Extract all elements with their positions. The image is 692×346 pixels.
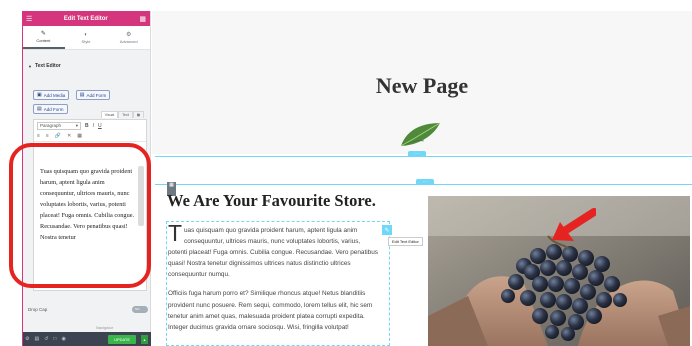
section-heading[interactable]: We Are Your Favourite Store. bbox=[167, 191, 376, 211]
section-handle-2[interactable]: ⋯ bbox=[416, 179, 434, 185]
update-button[interactable]: UPDATE bbox=[108, 334, 136, 344]
paragraph-line: consequuntur, ultrices mauris, nunc volu… bbox=[184, 238, 361, 246]
bold-icon[interactable]: B bbox=[85, 123, 89, 129]
grid-icon[interactable]: ▦ bbox=[139, 15, 146, 23]
editor-toolbar-row-1: Paragraph ▾ B I U bbox=[34, 120, 146, 131]
paragraph-line: uas quisquam quo gravida proident harum,… bbox=[184, 227, 358, 234]
section-toggle-text-editor[interactable]: ▼ Text Editor bbox=[22, 59, 150, 73]
editor-mode-tabs: Visual Text ▦ bbox=[100, 111, 144, 118]
drop-cap-toggle[interactable]: NO bbox=[132, 305, 148, 313]
chevron-down-icon: ▾ bbox=[75, 122, 78, 128]
tab-style-label: Style bbox=[81, 38, 91, 44]
preview-icon[interactable]: ◉ bbox=[61, 336, 65, 342]
form-icon: ▤ bbox=[79, 92, 85, 98]
tab-content-label: Content bbox=[36, 37, 51, 43]
gear-icon: ⚙ bbox=[125, 31, 132, 38]
sidebar-footer: ⚙ ▤ ↺ □ ◉ UPDATE ▴ bbox=[22, 332, 151, 346]
update-options-icon[interactable]: ▴ bbox=[141, 334, 148, 344]
paragraph-select-value: Paragraph bbox=[40, 123, 62, 128]
drop-cap-label: Drop Cap bbox=[28, 306, 48, 312]
half-circle-icon: ◐ bbox=[84, 31, 88, 38]
page-canvas: New Page ⋯ ⋯ ▦ We Are Your Favourite Sto… bbox=[152, 11, 692, 346]
paragraph: Integer ducimus gravida ornare sociosqu.… bbox=[168, 323, 349, 331]
widget-text: uas quisquam quo gravida proident harum,… bbox=[168, 225, 390, 333]
tab-style[interactable]: ◐ Style bbox=[65, 26, 108, 49]
paragraph: Officiis fuga harum porro et? Similique … bbox=[168, 290, 373, 320]
hamburger-menu-icon[interactable]: ☰ bbox=[26, 15, 32, 23]
edit-widget-pencil-icon[interactable]: ✎ bbox=[382, 225, 392, 235]
expand-toolbar-icon[interactable]: ▦ bbox=[132, 111, 144, 118]
red-arrow-annotation bbox=[544, 208, 598, 255]
media-buttons-row-2: ▤ Add Form bbox=[33, 97, 68, 115]
form-icon: ▤ bbox=[37, 106, 42, 112]
edit-tooltip: Edit Text Editor bbox=[388, 237, 423, 246]
italic-icon[interactable]: I bbox=[93, 123, 94, 129]
tab-advanced-label: Advanced bbox=[119, 38, 138, 44]
toolbar-toggle-icon[interactable]: ▦ bbox=[77, 133, 82, 139]
red-highlight-outline bbox=[9, 143, 151, 288]
history-icon[interactable]: ↺ bbox=[44, 336, 48, 342]
responsive-icon[interactable]: □ bbox=[53, 336, 56, 342]
sidebar-header: ☰ Edit Text Editor ▦ bbox=[22, 11, 150, 26]
chevron-down-icon: ▼ bbox=[28, 63, 32, 69]
section-title: Text Editor bbox=[34, 63, 61, 69]
underline-icon[interactable]: U bbox=[98, 123, 102, 129]
leaf-image bbox=[398, 121, 442, 154]
paragraph-select[interactable]: Paragraph ▾ bbox=[37, 121, 81, 130]
navigator-label[interactable]: Navigator bbox=[96, 325, 113, 330]
numbered-list-icon[interactable]: ≡ bbox=[46, 133, 49, 139]
link-icon[interactable]: 🔗 bbox=[55, 133, 61, 139]
editor-toolbar-row-2: ≡ ≡ 🔗 ✕ ▦ bbox=[34, 131, 146, 142]
paragraph: potenti placeat! Fuga omnis. Cubilia con… bbox=[168, 249, 378, 279]
tab-visual[interactable]: Visual bbox=[100, 111, 119, 118]
pencil-icon: ✎ bbox=[40, 30, 46, 37]
section-handle[interactable]: ⋯ bbox=[408, 151, 426, 157]
add-form-label-2: Add Form bbox=[43, 106, 64, 112]
settings-icon[interactable]: ⚙ bbox=[25, 336, 29, 342]
add-form-button[interactable]: ▤ Add Form bbox=[75, 90, 111, 100]
tab-content[interactable]: ✎ Content bbox=[22, 26, 65, 49]
page-title: New Page bbox=[375, 73, 469, 98]
drop-cap-toggle-value: NO bbox=[135, 307, 140, 311]
add-form-label: Add Form bbox=[86, 92, 107, 98]
tab-text[interactable]: Text bbox=[118, 111, 133, 118]
drop-cap-row: Drop Cap NO bbox=[28, 303, 148, 315]
sidebar-title: Edit Text Editor bbox=[63, 15, 108, 22]
add-form-button-2[interactable]: ▤ Add Form bbox=[33, 104, 68, 114]
tab-advanced[interactable]: ⚙ Advanced bbox=[107, 26, 150, 49]
panel-tabs: ✎ Content ◐ Style ⚙ Advanced bbox=[22, 26, 150, 50]
layers-icon[interactable]: ▤ bbox=[34, 336, 39, 342]
unlink-icon[interactable]: ✕ bbox=[67, 133, 71, 139]
bulleted-list-icon[interactable]: ≡ bbox=[37, 133, 40, 139]
